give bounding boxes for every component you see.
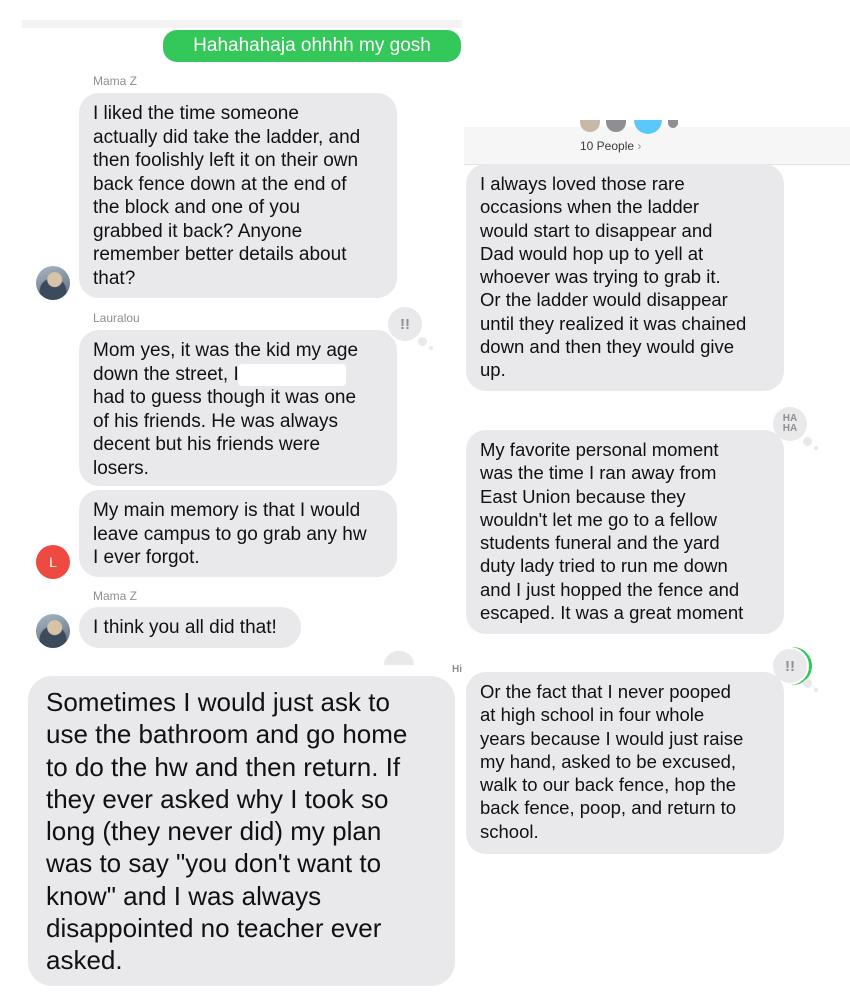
message-bubble[interactable]: I liked the time someone actually did ta… (79, 93, 397, 298)
message-bubble[interactable]: Or the fact that I never pooped at high … (466, 672, 784, 854)
tapback-label: !! (785, 657, 795, 675)
chevron-right-icon: › (637, 139, 642, 153)
partial-haha-icon: Hi (452, 664, 462, 675)
sender-name: Lauralou (93, 311, 140, 325)
avatar[interactable] (36, 266, 70, 300)
avatar[interactable] (36, 614, 70, 648)
tapback-label: HA HA (782, 413, 798, 434)
message-bubble[interactable]: Mom yes, it was the kid my age down the … (79, 330, 397, 486)
group-label: 10 People (580, 139, 635, 153)
large-message-bubble[interactable]: Sometimes I would just ask to use the ba… (28, 676, 455, 986)
message-bubble[interactable]: My main memory is that I would leave cam… (79, 490, 397, 577)
partial-tapback-shape (384, 651, 414, 665)
message-bubble[interactable]: I think you all did that! (79, 607, 301, 648)
sender-name: Mama Z (93, 74, 138, 88)
group-avatars (580, 120, 680, 136)
avatar-initial: L (49, 554, 57, 570)
sent-message-bubble[interactable]: Hahahahaja ohhhh my gosh (163, 30, 461, 62)
group-label-link[interactable]: 10 People › (580, 139, 690, 153)
tapback-label: !! (400, 315, 410, 333)
emphasis-tapback-icon[interactable]: !! (386, 305, 433, 350)
message-bubble[interactable]: My favorite personal moment was the time… (466, 430, 784, 634)
message-bubble[interactable]: I always loved those rare occasions when… (466, 164, 784, 391)
redaction (238, 364, 346, 386)
avatar[interactable]: L (36, 545, 70, 579)
top-divider (22, 20, 462, 28)
sender-name: Mama Z (93, 589, 138, 603)
